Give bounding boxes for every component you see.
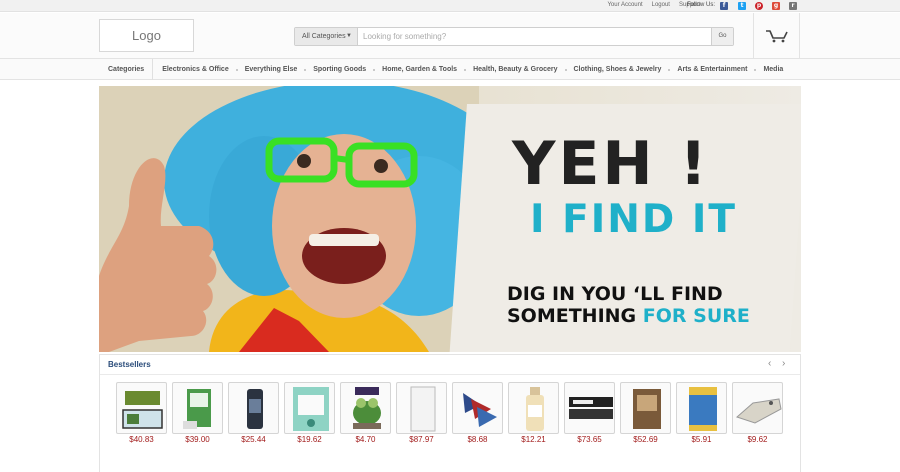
category-select-label: All Categories <box>302 33 346 40</box>
google-plus-icon[interactable]: g <box>772 2 780 10</box>
product-price: $4.70 <box>355 435 376 444</box>
twitter-icon[interactable]: t <box>738 2 746 10</box>
product-tile[interactable] <box>284 382 335 434</box>
product-tile[interactable] <box>116 382 167 434</box>
product-price: $39.00 <box>185 435 210 444</box>
pinterest-icon[interactable]: p <box>755 2 763 10</box>
chevron-down-icon: ▼ <box>346 33 352 39</box>
cart-icon <box>766 30 788 43</box>
product-image <box>410 386 436 432</box>
product-price: $73.65 <box>577 435 602 444</box>
product-price: $87.97 <box>409 435 434 444</box>
product-tile[interactable] <box>676 382 727 434</box>
nav-item-sporting-goods[interactable]: Sporting Goods <box>306 59 373 80</box>
nav-item-categories[interactable]: Categories <box>99 59 154 80</box>
product-tile[interactable] <box>732 382 783 434</box>
product-image <box>526 387 544 431</box>
product-image <box>736 398 782 424</box>
chevron-right-icon[interactable]: › <box>782 358 785 369</box>
category-nav: Categories Electronics & Office Everything… <box>0 59 900 80</box>
nav-item-arts-entertainment[interactable]: Arts & Entertainment <box>670 59 754 80</box>
hero-banner[interactable]: YEH ! I FIND IT DIG IN YOU ‘LL FIND SOME… <box>99 86 801 352</box>
facebook-icon[interactable]: f <box>720 2 728 10</box>
product-price: $12.21 <box>521 435 546 444</box>
chevron-left-icon[interactable]: ‹ <box>768 358 771 369</box>
nav-items: Categories Electronics & Office Everything… <box>99 59 790 80</box>
search-input[interactable] <box>359 28 711 45</box>
product-image <box>122 391 163 429</box>
hero-photo <box>99 86 479 352</box>
product-price: $52.69 <box>633 435 658 444</box>
logout-link[interactable]: Logout <box>652 2 670 8</box>
bestsellers-title: Bestsellers <box>108 360 151 369</box>
product-tile[interactable] <box>228 382 279 434</box>
nav-item-home-garden-tools[interactable]: Home, Garden & Tools <box>375 59 464 80</box>
product-image <box>247 389 263 429</box>
product-price: $40.83 <box>129 435 154 444</box>
nav-item-health-beauty-grocery[interactable]: Health, Beauty & Grocery <box>466 59 564 80</box>
bestsellers-header: Bestsellers ‹ › <box>100 355 800 375</box>
hero-subheadline: I FIND IT <box>530 197 737 242</box>
nav-item-clothing-shoes-jewelry[interactable]: Clothing, Shoes & Jewelry <box>567 59 669 80</box>
search-bar: All Categories ▼ Go <box>294 27 734 46</box>
top-utility-bar: Your Account Logout Support Follow Us: f… <box>0 0 900 12</box>
product-price: $5.91 <box>691 435 712 444</box>
product-image <box>569 397 613 419</box>
product-price: $9.62 <box>747 435 768 444</box>
product-tile[interactable] <box>340 382 391 434</box>
nav-item-everything-else[interactable]: Everything Else <box>238 59 305 80</box>
product-tile[interactable] <box>564 382 615 434</box>
your-account-link[interactable]: Your Account <box>607 2 642 8</box>
product-image <box>463 393 497 427</box>
product-price: $8.68 <box>467 435 488 444</box>
nav-item-media[interactable]: Media <box>756 59 790 80</box>
product-image <box>633 389 661 429</box>
search-go-button[interactable]: Go <box>711 28 733 45</box>
follow-us-label: Follow Us: <box>687 2 716 8</box>
product-tile[interactable] <box>508 382 559 434</box>
site-logo[interactable]: Logo <box>99 19 194 52</box>
product-image <box>689 387 717 431</box>
product-price: $25.44 <box>241 435 266 444</box>
category-select[interactable]: All Categories ▼ <box>295 28 358 45</box>
product-tile[interactable] <box>620 382 671 434</box>
product-tile[interactable] <box>452 382 503 434</box>
product-image <box>353 387 381 429</box>
cart-button[interactable] <box>753 13 800 59</box>
product-image <box>183 389 211 429</box>
nav-item-electronics-office[interactable]: Electronics & Office <box>155 59 236 80</box>
product-price: $19.62 <box>297 435 322 444</box>
product-tile[interactable] <box>172 382 223 434</box>
product-image <box>293 387 329 431</box>
rss-icon[interactable]: r <box>789 2 797 10</box>
hero-tagline-highlight: FOR SURE <box>642 305 750 327</box>
hero-headline: YEH ! <box>512 129 710 199</box>
hero-tagline-line1: DIG IN YOU ‘LL FIND <box>507 283 723 305</box>
hero-tagline-word: SOMETHING <box>507 305 637 327</box>
product-tile[interactable] <box>396 382 447 434</box>
hero-tagline-line2: SOMETHING FOR SURE <box>507 305 750 327</box>
